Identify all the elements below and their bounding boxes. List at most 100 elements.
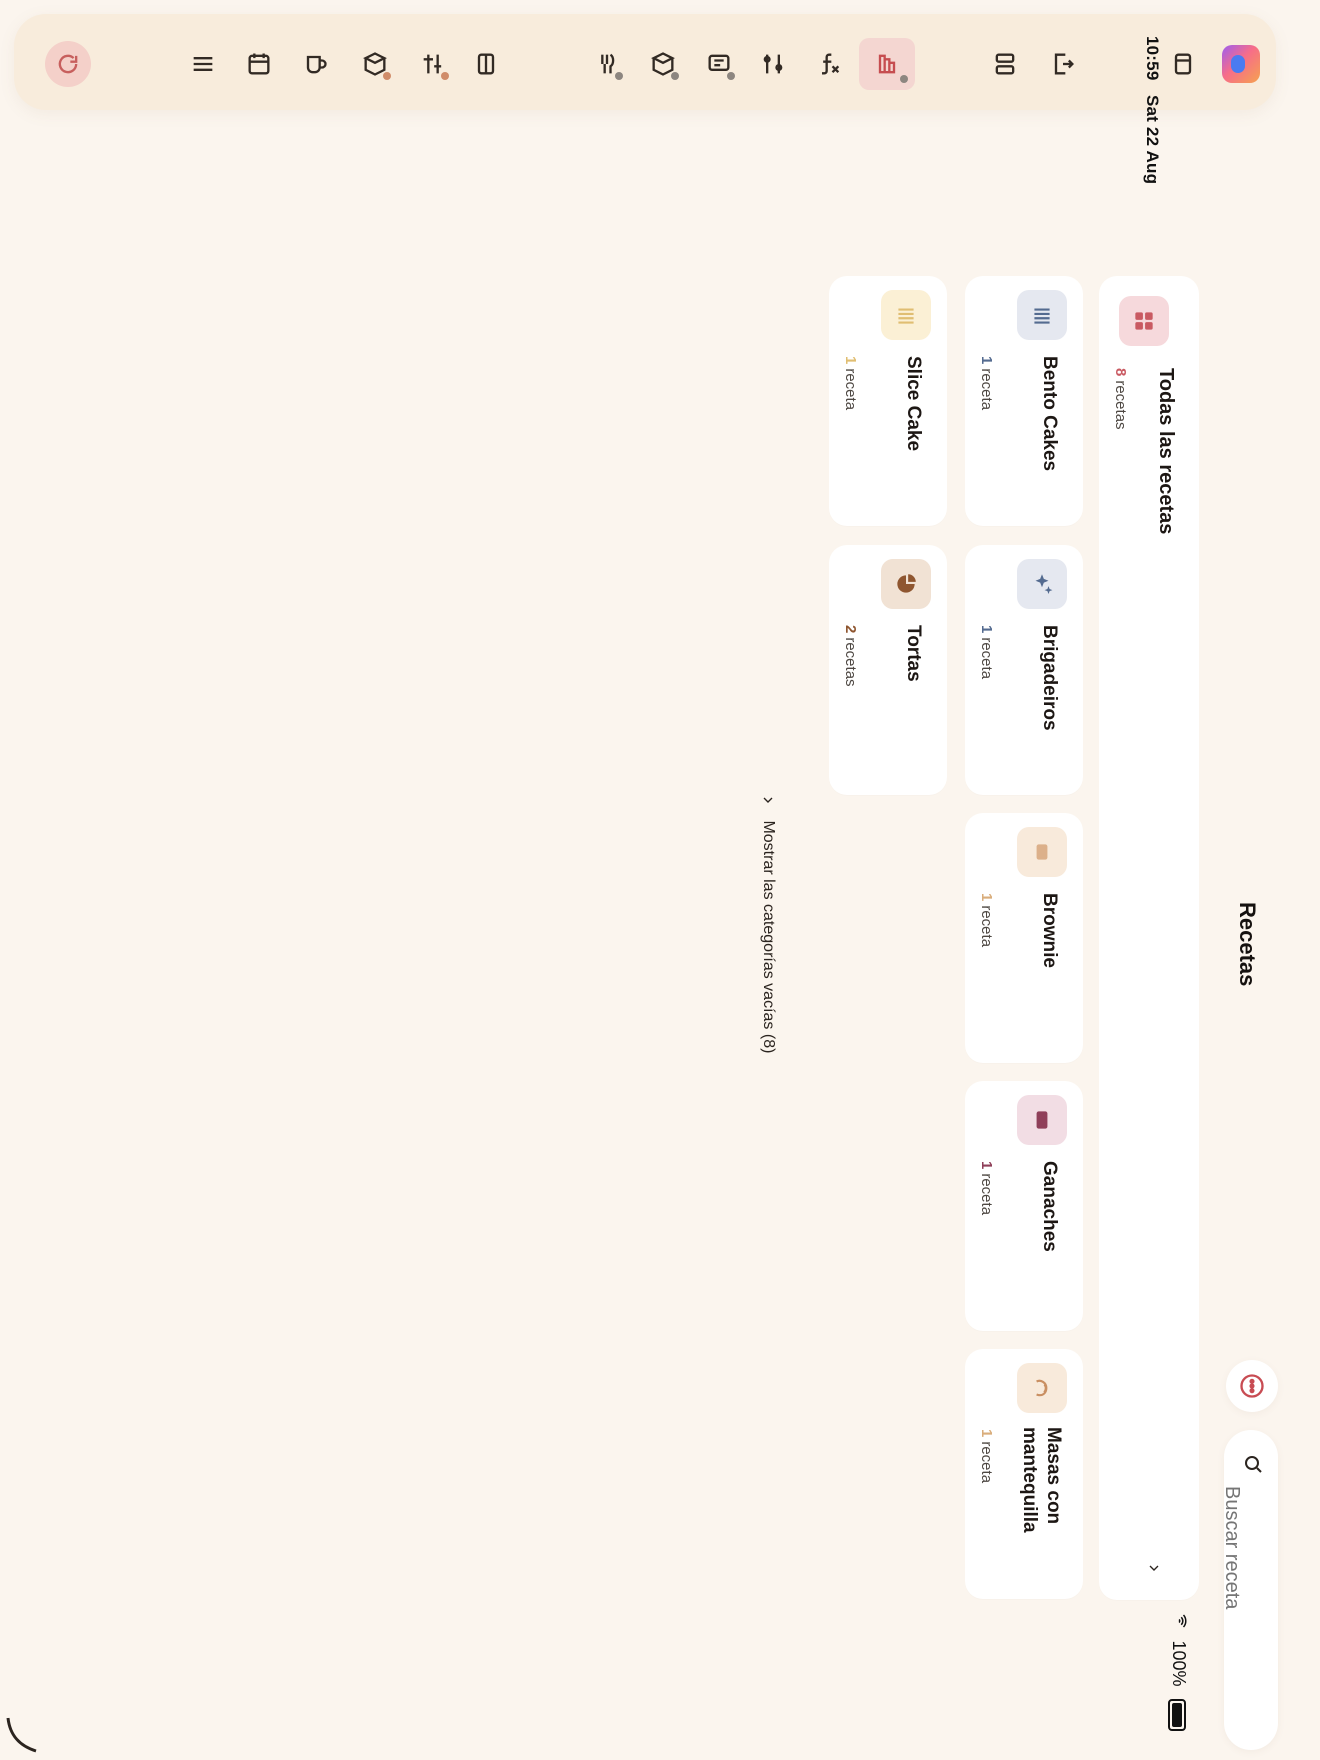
tortas-number: 2 bbox=[842, 625, 859, 634]
more-button[interactable] bbox=[1226, 1360, 1278, 1412]
card-tortas[interactable]: Tortas 2 recetas bbox=[829, 545, 947, 795]
recipes-icon bbox=[878, 54, 896, 74]
brigadeiros-number: 1 bbox=[978, 625, 995, 634]
cards-icon bbox=[1174, 53, 1192, 75]
slice-cake-count: 1 receta bbox=[842, 356, 859, 410]
menu-icon bbox=[193, 57, 213, 71]
status-time: 10:59 bbox=[1142, 36, 1162, 81]
status-bar: 10:59 Sat 22 Aug bbox=[1142, 36, 1162, 184]
box-badge bbox=[383, 72, 391, 80]
tortas-count: 2 recetas bbox=[842, 625, 859, 687]
sparkles-icon bbox=[1035, 574, 1053, 594]
layer-cake-icon bbox=[1034, 308, 1050, 324]
all-recipes-title: Todas las recetas bbox=[1155, 368, 1177, 535]
cards-button[interactable] bbox=[1160, 41, 1206, 87]
card-brigadeiros[interactable]: Brigadeiros 1 receta bbox=[965, 545, 1083, 795]
all-recipes-number: 8 bbox=[1112, 368, 1129, 377]
export-button[interactable] bbox=[1040, 41, 1086, 87]
cup-icon bbox=[306, 55, 327, 74]
bento-cakes-count: 1 receta bbox=[978, 356, 995, 410]
slice-cake-unit: receta bbox=[842, 368, 859, 411]
card-masas-con-mantequilla[interactable]: Masas con mantequilla 1 receta bbox=[965, 1349, 1083, 1599]
export-icon bbox=[1054, 53, 1074, 75]
status-date: Sat 22 Aug bbox=[1142, 94, 1162, 185]
tortas-icon-bubble bbox=[881, 559, 931, 609]
pie-icon bbox=[897, 574, 916, 593]
brigadeiros-count: 1 receta bbox=[978, 625, 995, 679]
tortas-title: Tortas bbox=[903, 625, 924, 682]
brownie-icon bbox=[1036, 844, 1048, 860]
tools-badge bbox=[441, 72, 449, 80]
card-bento-cakes[interactable]: Bento Cakes 1 receta bbox=[965, 276, 1083, 526]
all-recipes-count: 8 recetas bbox=[1112, 368, 1129, 430]
page-title: Recetas bbox=[1235, 902, 1260, 987]
card-ganaches[interactable]: Ganaches 1 receta bbox=[965, 1081, 1083, 1331]
recipes-badge bbox=[900, 75, 908, 83]
function-button[interactable] bbox=[806, 41, 852, 87]
tortas-unit: recetas bbox=[842, 637, 859, 687]
home-indicator-icon[interactable] bbox=[0, 1710, 50, 1760]
profile-button[interactable] bbox=[1218, 41, 1264, 87]
brownie-number: 1 bbox=[978, 893, 995, 902]
masas-title-text: Masas con mantequilla bbox=[1019, 1427, 1064, 1533]
battery-percent: 100% bbox=[1169, 1640, 1190, 1687]
battery-icon bbox=[1168, 1698, 1187, 1731]
wifi-icon bbox=[1178, 1614, 1187, 1628]
ganaches-number: 1 bbox=[978, 1161, 995, 1170]
screen: 10:59 Sat 22 Aug 100% Recetas Todas las … bbox=[0, 0, 1320, 1760]
chevron-right-icon bbox=[763, 797, 773, 803]
bento-cakes-unit: receta bbox=[978, 368, 995, 411]
ganaches-icon-bubble bbox=[1017, 1095, 1067, 1145]
masas-number: 1 bbox=[978, 1429, 995, 1438]
chevron-down-icon bbox=[1149, 1565, 1159, 1571]
card-brownie[interactable]: Brownie 1 receta bbox=[965, 813, 1083, 1063]
refresh-button[interactable] bbox=[45, 41, 91, 87]
masas-icon-bubble bbox=[1017, 1363, 1067, 1413]
slice-cake-icon bbox=[898, 308, 914, 324]
bento-cakes-number: 1 bbox=[978, 356, 995, 365]
cup-button[interactable] bbox=[292, 41, 338, 87]
filters-button[interactable] bbox=[750, 41, 796, 87]
slice-cake-number: 1 bbox=[842, 356, 859, 365]
utensil-button[interactable] bbox=[584, 41, 630, 87]
panel-button[interactable] bbox=[463, 41, 509, 87]
all-recipes-unit: recetas bbox=[1112, 380, 1129, 430]
calendar-icon bbox=[248, 53, 270, 75]
register-badge bbox=[727, 72, 735, 80]
more-icon bbox=[1240, 1374, 1264, 1398]
all-recipes-icon-bubble bbox=[1119, 296, 1169, 346]
register-button[interactable] bbox=[696, 41, 742, 87]
bento-cakes-title: Bento Cakes bbox=[1039, 356, 1060, 472]
menu-button[interactable] bbox=[180, 41, 226, 87]
tools-button[interactable] bbox=[410, 41, 456, 87]
refresh-icon bbox=[58, 54, 78, 74]
utensil-badge bbox=[615, 72, 623, 80]
rows-button[interactable] bbox=[982, 41, 1028, 87]
status-right: 100% bbox=[1168, 1612, 1191, 1731]
box-button[interactable] bbox=[352, 41, 398, 87]
panel-icon bbox=[477, 53, 495, 75]
ganache-icon bbox=[1036, 1111, 1048, 1129]
brigadeiros-unit: receta bbox=[978, 637, 995, 680]
ganaches-unit: receta bbox=[978, 1173, 995, 1216]
profile-icon bbox=[1231, 55, 1245, 73]
show-empty-categories-toggle[interactable]: Mostrar las categorías vacías (8) bbox=[759, 792, 777, 1053]
ganaches-count: 1 receta bbox=[978, 1161, 995, 1215]
slice-cake-icon-bubble bbox=[881, 290, 931, 340]
brownie-count: 1 receta bbox=[978, 893, 995, 947]
brownie-icon-bubble bbox=[1017, 827, 1067, 877]
masas-count: 1 receta bbox=[978, 1429, 995, 1483]
profile-avatar bbox=[1222, 45, 1260, 83]
brigadeiros-icon-bubble bbox=[1017, 559, 1067, 609]
bento-cakes-icon-bubble bbox=[1017, 290, 1067, 340]
recipes-button[interactable] bbox=[859, 38, 915, 90]
brownie-unit: receta bbox=[978, 905, 995, 948]
calendar-button[interactable] bbox=[236, 41, 282, 87]
search-icon bbox=[1245, 1456, 1262, 1473]
dough-icon bbox=[1036, 1379, 1048, 1397]
card-all-recipes[interactable]: Todas las recetas 8 recetas bbox=[1099, 276, 1199, 1600]
masas-unit: receta bbox=[978, 1441, 995, 1484]
card-slice-cake[interactable]: Slice Cake 1 receta bbox=[829, 276, 947, 526]
package-button[interactable] bbox=[640, 41, 686, 87]
search-input[interactable] bbox=[1220, 1486, 1244, 1666]
